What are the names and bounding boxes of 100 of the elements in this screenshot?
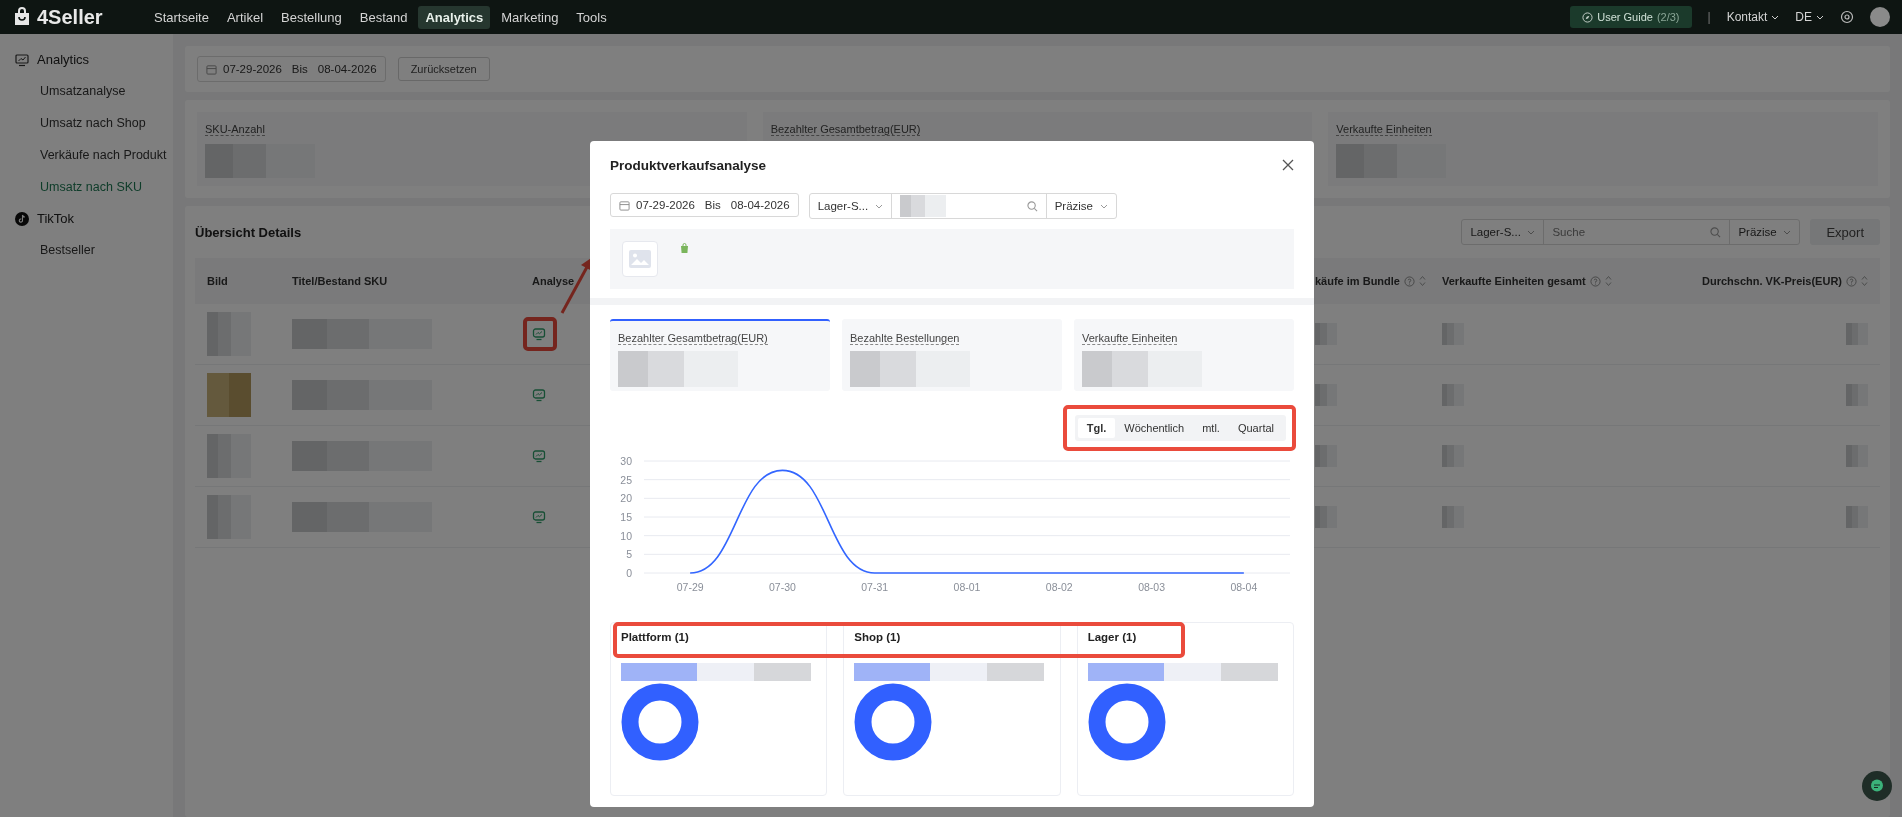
help-icon [1403, 275, 1415, 287]
redacted-block [1846, 506, 1868, 528]
shopping-bag-icon [680, 243, 689, 253]
chevron-down-icon [1527, 229, 1536, 235]
stat-label: SKU-Anzahl [205, 123, 265, 136]
chevron-down-icon [1783, 229, 1792, 235]
column-header: Titel/Bestand SKU [291, 275, 389, 287]
redacted-block [1315, 506, 1337, 528]
redacted-block [1315, 384, 1337, 406]
redacted-block [1846, 323, 1868, 345]
close-icon[interactable] [1282, 159, 1294, 171]
metric-card[interactable]: Bezahlte Bestellungen [842, 319, 1062, 391]
nav-menu-item[interactable]: Analytics [418, 5, 491, 29]
nav-menu-item[interactable]: Bestand [352, 5, 415, 29]
sidebar-group-label[interactable]: TikTok [37, 211, 75, 226]
axis-tick-label: 07-31 [861, 581, 889, 593]
language-dropdown[interactable]: DE [1795, 10, 1824, 24]
metric-card[interactable]: Bezahlter Gesamtbetrag(EUR) [610, 319, 830, 391]
search-control[interactable]: Lager-S... Suche Präzise [1461, 219, 1801, 245]
metric-label: Verkaufte Einheiten [1082, 332, 1178, 345]
warehouse-dropdown[interactable]: Lager-S... [809, 194, 892, 218]
chart-monitor-icon [15, 52, 29, 67]
sort-icon[interactable] [1604, 275, 1612, 287]
stat-label: Verkaufte Einheiten [1336, 123, 1432, 136]
contact-dropdown[interactable]: Kontakt [1726, 10, 1780, 24]
chart-monitor-icon[interactable] [532, 327, 546, 341]
settings-icon[interactable] [1840, 10, 1854, 24]
chart-monitor-icon[interactable] [532, 510, 546, 524]
separator-text: | [1707, 10, 1711, 24]
modal-title: Produktverkaufsanalyse [610, 157, 767, 173]
column-header: Analyse [531, 275, 576, 287]
metric-label: Bezahlter Gesamtbetrag(EUR) [618, 332, 768, 345]
sort-icon[interactable] [1861, 275, 1868, 287]
export-button[interactable]: Export [1810, 219, 1880, 245]
section-title: Übersicht Details [195, 224, 302, 240]
axis-tick-label: 25 [620, 473, 632, 486]
redacted-block [1846, 384, 1868, 406]
redacted-block [1315, 323, 1337, 345]
breakdown-title: Plattform (1) [621, 631, 690, 645]
axis-tick-label: 08-02 [1045, 581, 1073, 593]
metric-card[interactable]: Verkaufte Einheiten [1074, 319, 1294, 391]
nav-menu-item[interactable]: Artikel [219, 5, 271, 29]
sort-icon[interactable] [1418, 275, 1426, 287]
period-tab[interactable]: mtl. [1193, 418, 1229, 438]
chart-monitor-icon[interactable] [532, 388, 546, 402]
compass-icon [1582, 11, 1594, 23]
date-range-field[interactable]: 07-29-2026 Bis 08-04-2026 [197, 56, 386, 82]
column-header: Durchschn. VK-Preis(EUR) [1702, 275, 1842, 287]
nav-menu-item[interactable]: Marketing [494, 5, 566, 29]
period-tab[interactable]: Wöchentlich [1115, 418, 1194, 438]
column-header: Bild [206, 275, 229, 287]
avatar-circle[interactable] [1870, 7, 1890, 27]
stat-label: Bezahlter Gesamtbetrag(EUR) [770, 123, 921, 136]
redacted-block [207, 312, 251, 356]
sidebar-item[interactable]: Umsatz nach Shop [0, 107, 173, 139]
shopping-bag-icon [12, 7, 32, 27]
match-mode-dropdown[interactable]: Präzise [1045, 194, 1116, 218]
user-guide-button[interactable]: User Guide (2/3) [1570, 6, 1692, 28]
axis-tick-label: 20 [620, 492, 632, 505]
redacted-block [1442, 445, 1464, 467]
axis-tick-label: 10 [620, 529, 632, 542]
sidebar-group-label[interactable]: Analytics [37, 52, 90, 67]
chevron-down-icon [1771, 14, 1780, 20]
sidebar-item[interactable]: Bestseller [0, 234, 173, 266]
chevron-down-icon [874, 203, 883, 209]
reset-button[interactable]: Zurücksetzen [397, 57, 490, 81]
redacted-block [1442, 323, 1464, 345]
column-header: Verkaufte Einheiten gesamt [1442, 275, 1586, 287]
search-control[interactable]: Lager-S... Präzise [808, 193, 1117, 219]
help-icon [1589, 275, 1601, 287]
sidebar-item[interactable]: Umsatzanalyse [0, 75, 173, 107]
axis-tick-label: 30 [620, 455, 632, 467]
axis-tick-label: 08-03 [1138, 581, 1165, 593]
redacted-block [1442, 384, 1464, 406]
axis-tick-label: 5 [626, 548, 632, 561]
chart-monitor-icon[interactable] [532, 449, 546, 463]
music-note-icon [15, 211, 29, 226]
period-tab[interactable]: Tgl. [1077, 418, 1116, 438]
breakdown-title: Shop (1) [854, 631, 902, 645]
calendar-icon [619, 199, 630, 211]
nav-menu-item[interactable]: Bestellung [274, 5, 349, 29]
sidebar-item[interactable]: Verkäufe nach Produkt [0, 139, 173, 171]
redacted-block [1442, 506, 1464, 528]
redacted-block [207, 373, 251, 417]
nav-menu-item[interactable]: Startseite [147, 5, 216, 29]
redacted-block [207, 434, 251, 478]
match-mode-dropdown[interactable]: Präzise [1729, 220, 1800, 244]
nav-menu-item[interactable]: Tools [569, 5, 614, 29]
image-placeholder-icon [622, 241, 658, 277]
axis-tick-label: 08-01 [953, 581, 981, 593]
logo-text: 4Seller [37, 5, 103, 29]
axis-tick-label: 07-30 [769, 581, 796, 593]
axis-tick-label: 0 [626, 567, 632, 579]
calendar-icon [206, 63, 217, 75]
date-range-field[interactable]: 07-29-2026 Bis 08-04-2026 [610, 193, 799, 217]
period-tab[interactable]: Quartal [1228, 418, 1283, 438]
redacted-block [1315, 445, 1337, 467]
redacted-block [899, 195, 946, 217]
chat-bubble-icon [1869, 778, 1885, 794]
axis-tick-label: 07-29 [676, 581, 704, 593]
